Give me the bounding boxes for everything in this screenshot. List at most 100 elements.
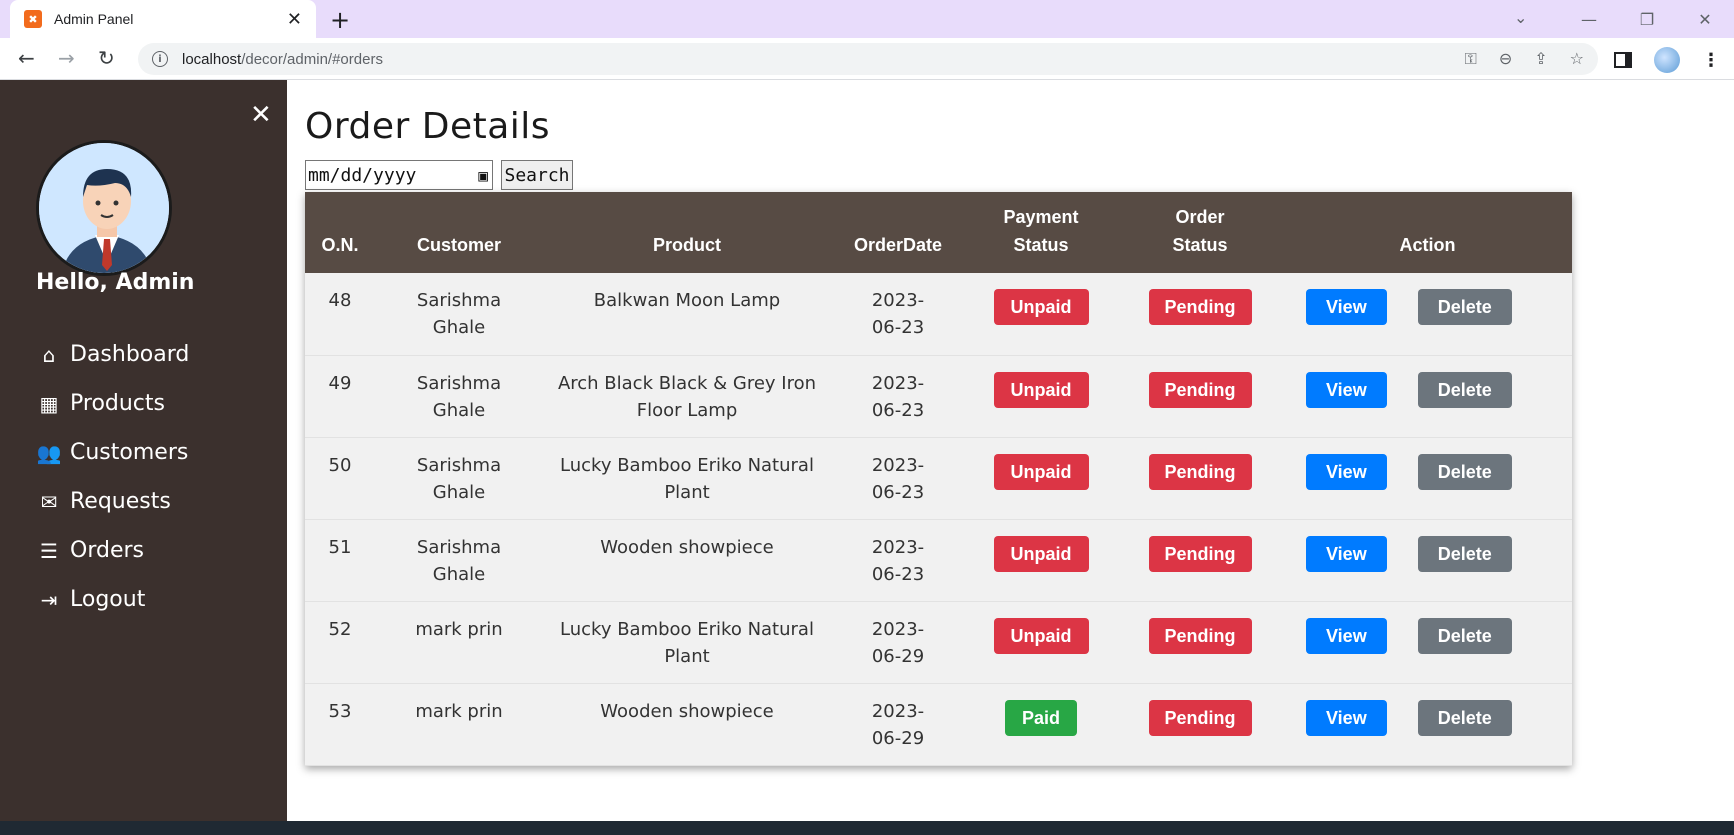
minimize-icon[interactable]: — [1560,10,1618,29]
table-row: 48 Sarishma Ghale Balkwan Moon Lamp 2023… [305,273,1572,355]
sidebar-item-label: Dashboard [70,342,190,367]
side-panel-icon[interactable] [1614,52,1632,68]
key-icon[interactable]: ⚿ [1465,49,1477,69]
sidebar-item-dashboard[interactable]: ⌂ Dashboard [36,330,190,379]
sidebar-nav: ⌂ Dashboard ▦ Products 👥 Customers ✉ Req… [36,330,190,624]
customer-cell: Sarishma Ghale [416,290,502,338]
order-number: 51 [328,536,352,558]
payment-status-badge: Paid [1004,699,1077,736]
action-cell: View Delete [1283,519,1572,601]
home-icon: ⌂ [42,342,56,367]
site-info-icon[interactable]: i [152,51,168,67]
search-button[interactable]: Search [501,160,573,190]
sidebar-item-label: Customers [70,440,189,465]
forward-arrow-icon[interactable]: → [58,46,75,70]
order-status-badge: Pending [1148,289,1252,325]
profile-avatar-icon[interactable] [1654,47,1680,73]
order-date-cell: 2023-06-23 [871,290,925,338]
list-icon: ☰ [40,538,58,563]
os-taskbar [0,821,1734,835]
view-button[interactable]: View [1306,289,1387,325]
payment-status-cell: Unpaid [965,355,1117,437]
order-status-badge: Pending [1148,617,1252,654]
calendar-icon[interactable]: ▣ [478,166,488,185]
customer-cell: Sarishma Ghale [416,536,502,585]
column-header: Product [652,235,721,255]
view-button[interactable]: View [1306,535,1387,572]
column-header: Action [1399,235,1456,255]
orders-table: O.N. Customer Product OrderDate Payment … [305,192,1572,766]
tab-close-icon[interactable]: ✕ [287,9,302,30]
admin-avatar-icon [39,143,169,273]
sidebar-item-label: Products [70,391,165,416]
sidebar-item-products[interactable]: ▦ Products [36,379,189,428]
sidebar-item-requests[interactable]: ✉ Requests [36,477,189,526]
reload-icon[interactable]: ↻ [98,46,115,70]
new-tab-icon[interactable]: + [330,6,350,34]
action-cell: View Delete [1283,683,1572,765]
sidebar-item-orders[interactable]: ☰ Orders [36,526,189,575]
product-cell: Lucky Bamboo Eriko Natural Plant [560,618,814,667]
table-row: 52 mark prin Lucky Bamboo Eriko Natural … [305,601,1572,683]
payment-status-cell: Unpaid [965,437,1117,519]
order-number: 50 [328,454,352,476]
sidebar-item-customers[interactable]: 👥 Customers [36,428,189,477]
browser-tab-bar: ✖ Admin Panel ✕ + ⌄ — ❐ ✕ [0,0,1734,38]
order-date-cell: 2023-06-29 [871,618,925,667]
order-status-cell: Pending [1117,273,1283,355]
payment-status-badge: Unpaid [993,289,1089,325]
order-status-badge: Pending [1148,371,1252,408]
delete-button[interactable]: Delete [1417,699,1512,736]
delete-button[interactable]: Delete [1417,453,1512,490]
table-row: 51 Sarishma Ghale Wooden showpiece 2023-… [305,519,1572,601]
order-number: 53 [328,700,352,722]
sidebar-item-logout[interactable]: ⇥ Logout [36,575,189,624]
order-date-cell: 2023-06-23 [871,536,925,585]
delete-button[interactable]: Delete [1417,371,1512,408]
table-row: 53 mark prin Wooden showpiece 2023-06-29… [305,683,1572,765]
customer-cell: mark prin [415,700,503,722]
delete-button[interactable]: Delete [1417,535,1512,572]
view-button[interactable]: View [1306,699,1387,736]
url-omnibox[interactable]: i localhost/decor/admin/#orders ⚿ ⊖ ⇪ ☆ [138,43,1598,75]
column-header: O.N. [321,235,359,255]
view-button[interactable]: View [1306,371,1387,408]
sidebar: ✕ Hello, Admin ⌂ Dashboard ▦ Products 👥 … [0,80,287,821]
order-number: 49 [328,372,352,394]
browser-tab[interactable]: ✖ Admin Panel ✕ [10,0,316,38]
order-status-cell: Pending [1117,355,1283,437]
order-date-cell: 2023-06-29 [871,700,925,749]
customer-cell: Sarishma Ghale [416,372,502,421]
view-button[interactable]: View [1306,453,1387,490]
greeting: Hello, Admin [36,270,195,295]
delete-button[interactable]: Delete [1417,289,1512,325]
users-icon: 👥 [36,440,62,465]
action-cell: View Delete [1283,355,1572,437]
delete-button[interactable]: Delete [1417,617,1512,654]
restore-icon[interactable]: ❐ [1618,10,1676,29]
back-arrow-icon[interactable]: ← [18,46,35,70]
order-date-input[interactable]: mm/dd/yyyy ▣ [305,160,493,190]
share-icon[interactable]: ⇪ [1534,49,1547,69]
tab-search-chevron-icon[interactable]: ⌄ [1514,8,1527,27]
product-cell: Lucky Bamboo Eriko Natural Plant [560,454,814,503]
table-row: 49 Sarishma Ghale Arch Black Black & Gre… [305,355,1572,437]
customer-cell: mark prin [415,618,503,640]
sidebar-close-icon[interactable]: ✕ [250,100,272,130]
payment-status-cell: Unpaid [965,273,1117,355]
zoom-icon[interactable]: ⊖ [1499,49,1512,69]
sidebar-item-label: Orders [70,538,144,563]
kebab-menu-icon[interactable]: ⋮ [1702,50,1720,71]
order-status-badge: Pending [1148,453,1252,490]
order-status-badge: Pending [1148,535,1252,572]
bookmark-star-icon[interactable]: ☆ [1570,49,1584,69]
column-header: Order Status [1172,207,1228,255]
window-close-icon[interactable]: ✕ [1676,10,1734,29]
view-button[interactable]: View [1306,617,1387,654]
action-cell: View Delete [1283,273,1572,355]
payment-status-badge: Unpaid [993,617,1089,654]
order-status-cell: Pending [1117,519,1283,601]
payment-status-badge: Unpaid [993,535,1089,572]
payment-status-badge: Unpaid [993,453,1089,490]
column-header: Payment Status [1003,207,1079,255]
